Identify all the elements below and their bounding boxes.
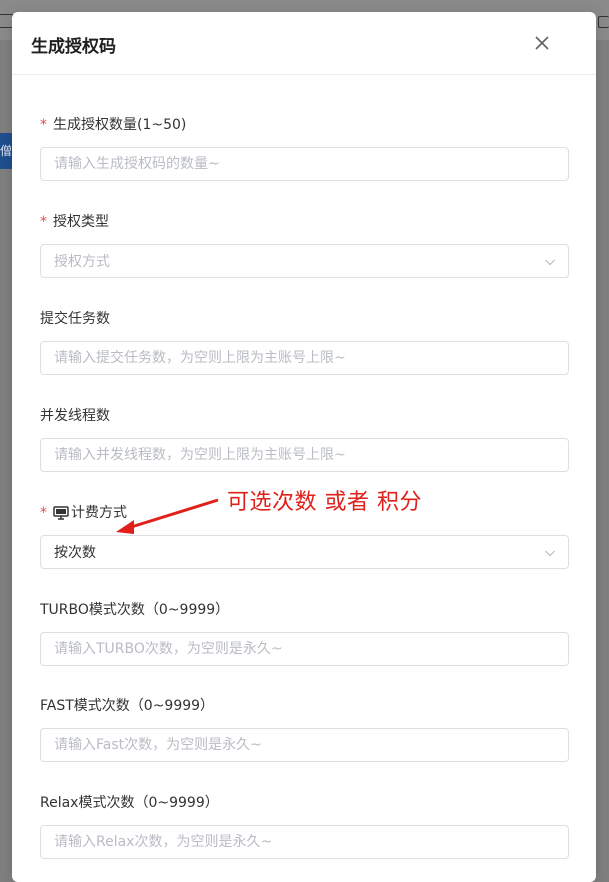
chevron-down-icon — [545, 550, 555, 557]
auth-type-label-text: 授权类型 — [53, 214, 109, 230]
annotation-arrow-icon — [116, 498, 219, 534]
relax-input-wrapper — [40, 825, 569, 859]
form-item-thread-count: 并发线程数 — [40, 406, 569, 472]
turbo-label: TURBO模式次数（0~9999） — [40, 600, 569, 620]
auth-type-label: * 授权类型 — [40, 212, 569, 232]
auth-type-placeholder: 授权方式 — [54, 254, 110, 270]
monitor-icon — [53, 506, 69, 520]
thread-count-label: 并发线程数 — [40, 406, 569, 426]
fast-input[interactable] — [54, 737, 555, 753]
task-count-input[interactable] — [54, 350, 555, 366]
fast-input-wrapper — [40, 728, 569, 762]
dialog-header: 生成授权码 — [12, 12, 596, 75]
auth-count-input-wrapper — [40, 147, 569, 181]
required-asterisk: * — [40, 117, 47, 133]
close-icon[interactable] — [532, 33, 552, 53]
relax-label-text: Relax模式次数（0~9999） — [40, 795, 219, 811]
fast-label-text: FAST模式次数（0~9999） — [40, 698, 215, 714]
task-count-input-wrapper — [40, 341, 569, 375]
thread-count-input[interactable] — [54, 447, 555, 463]
relax-input[interactable] — [54, 834, 555, 850]
auth-type-select[interactable]: 授权方式 — [40, 244, 569, 278]
form-item-fast: FAST模式次数（0~9999） — [40, 696, 569, 762]
thread-count-input-wrapper — [40, 438, 569, 472]
background-menu-icon — [598, 16, 609, 28]
thread-count-label-text: 并发线程数 — [40, 408, 110, 424]
annotation-text: 可选次数 或者 积分 — [227, 490, 422, 515]
turbo-input-wrapper — [40, 632, 569, 666]
auth-count-label: * 生成授权数量(1~50) — [40, 115, 569, 135]
auth-count-input[interactable] — [54, 156, 555, 172]
form-item-auth-count: * 生成授权数量(1~50) — [40, 115, 569, 181]
task-count-label-text: 提交任务数 — [40, 311, 110, 327]
form-item-relax: Relax模式次数（0~9999） — [40, 793, 569, 859]
dialog-title: 生成授权码 — [31, 37, 116, 57]
required-asterisk: * — [40, 505, 47, 521]
form-item-turbo: TURBO模式次数（0~9999） — [40, 600, 569, 666]
form-item-auth-type: * 授权类型 授权方式 — [40, 212, 569, 278]
fast-label: FAST模式次数（0~9999） — [40, 696, 569, 716]
chevron-down-icon — [545, 259, 555, 266]
turbo-label-text: TURBO模式次数（0~9999） — [40, 602, 230, 618]
billing-select[interactable]: 按次数 — [40, 535, 569, 569]
turbo-input[interactable] — [54, 641, 555, 657]
task-count-label: 提交任务数 — [40, 309, 569, 329]
billing-selected-value: 按次数 — [54, 545, 96, 561]
required-asterisk: * — [40, 214, 47, 230]
generate-auth-code-dialog: 生成授权码 * 生成授权数量(1~50) * 授权类型 授权方式 — [12, 12, 596, 882]
auth-count-label-text: 生成授权数量(1~50) — [53, 117, 187, 133]
relax-label: Relax模式次数（0~9999） — [40, 793, 569, 813]
form-item-task-count: 提交任务数 — [40, 309, 569, 375]
